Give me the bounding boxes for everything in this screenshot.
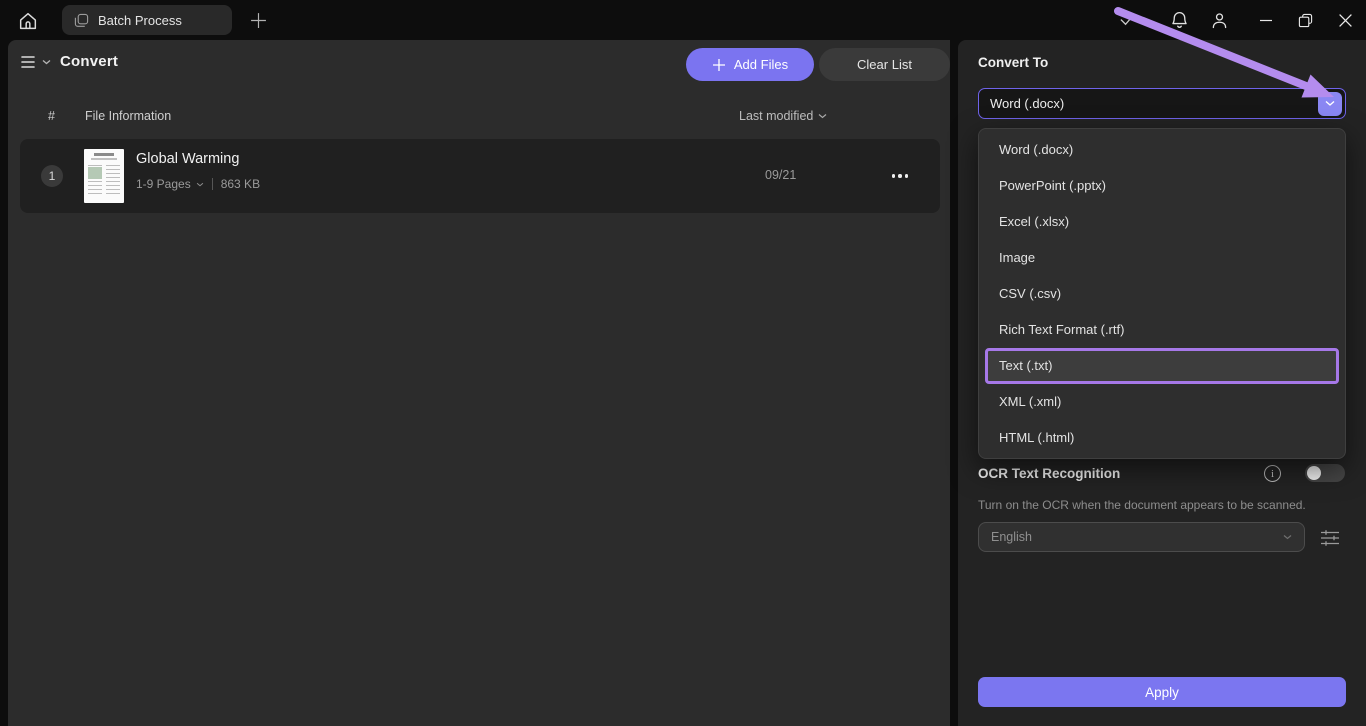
convert-to-label: Convert To [978,55,1048,70]
ocr-hint: Turn on the OCR when the document appear… [978,498,1338,512]
page-title: Convert [60,53,118,70]
ellipsis-icon [892,174,896,178]
row-more-button[interactable] [886,164,914,188]
file-meta: 1-9 Pages 863 KB [136,177,260,191]
option-powerpoint[interactable]: PowerPoint (.pptx) [979,168,1345,204]
info-icon[interactable]: i [1264,465,1281,482]
sort-chevron-icon [818,113,827,119]
column-header-modified[interactable]: Last modified [739,109,827,123]
format-select-value: Word (.docx) [990,96,1064,111]
title-bar: Batch Process [0,0,1366,40]
new-tab-button[interactable] [246,8,270,32]
file-row[interactable]: 1 Global Warming 1-9 Pages 863 KB 09/21 [20,139,940,213]
sliders-icon [1320,529,1340,547]
ocr-settings-button[interactable] [1318,527,1342,549]
user-icon [1209,10,1230,31]
option-excel[interactable]: Excel (.xlsx) [979,204,1345,240]
apply-button[interactable]: Apply [978,677,1346,707]
account-button[interactable] [1207,8,1231,32]
ocr-language-value: English [991,530,1032,544]
option-rtf[interactable]: Rich Text Format (.rtf) [979,312,1345,348]
notifications-button[interactable] [1167,8,1191,32]
option-word[interactable]: Word (.docx) [979,132,1345,168]
home-button[interactable] [14,7,42,35]
toggle-knob [1307,466,1321,480]
divider [212,178,213,190]
option-image[interactable]: Image [979,240,1345,276]
plus-icon [712,58,726,72]
ocr-title: OCR Text Recognition [978,466,1120,481]
convert-panel: Convert Add Files Clear List # File Info… [8,40,950,726]
chevron-down-icon [1325,100,1335,107]
minimize-button[interactable] [1251,6,1281,34]
document-thumbnail [84,149,124,203]
clear-list-label: Clear List [857,57,912,72]
option-html[interactable]: HTML (.html) [979,420,1345,456]
restore-button[interactable] [1290,6,1320,34]
format-select-chevron-button[interactable] [1318,92,1342,116]
option-xml[interactable]: XML (.xml) [979,384,1345,420]
check-icon[interactable] [1114,8,1138,32]
file-name: Global Warming [136,151,239,167]
format-select[interactable]: Word (.docx) [978,88,1346,119]
ocr-toggle[interactable] [1305,464,1345,482]
chevron-down-icon [1283,534,1292,540]
close-button[interactable] [1330,6,1360,34]
row-index-badge: 1 [41,165,63,187]
ocr-language-select[interactable]: English [978,522,1305,552]
page-range-dropdown[interactable]: 1-9 Pages [136,177,204,191]
page-range-label: 1-9 Pages [136,177,191,191]
file-modified-date: 09/21 [765,168,796,182]
bell-icon [1169,10,1190,31]
chevron-down-icon [42,59,51,65]
format-dropdown-list: Word (.docx) PowerPoint (.pptx) Excel (.… [978,128,1346,459]
settings-panel: Convert To Word (.docx) Word (.docx) Pow… [958,40,1366,726]
file-size: 863 KB [221,177,260,191]
menu-button[interactable] [21,55,51,69]
chevron-down-icon [196,182,204,187]
hamburger-icon [21,55,38,69]
column-header-index: # [48,109,55,123]
column-header-file: File Information [85,109,171,123]
tab-batch-process[interactable]: Batch Process [62,5,232,35]
clear-list-button[interactable]: Clear List [819,48,950,81]
option-csv[interactable]: CSV (.csv) [979,276,1345,312]
batch-process-icon [74,13,89,28]
modified-label: Last modified [739,109,813,123]
tab-label: Batch Process [98,13,182,28]
option-text-highlighted[interactable]: Text (.txt) [985,348,1339,384]
add-files-button[interactable]: Add Files [686,48,814,81]
home-icon [17,10,39,32]
add-files-label: Add Files [734,57,788,72]
apply-label: Apply [1145,685,1179,700]
